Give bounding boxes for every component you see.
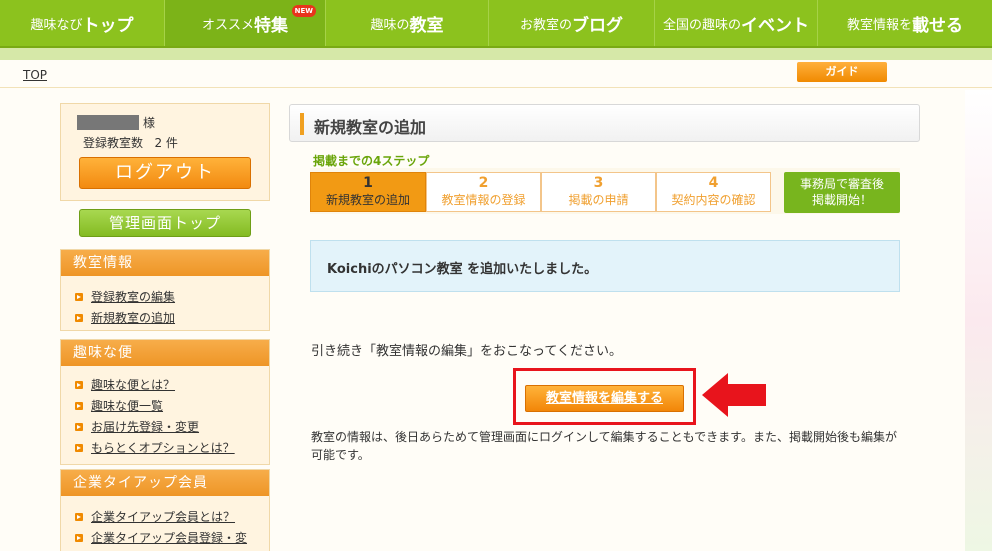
step-number: 2	[478, 175, 489, 191]
sidebar-link-label: 登録教室の編集	[91, 290, 176, 304]
step-label: 新規教室の追加	[325, 193, 410, 207]
final-step-line2: 掲載開始！	[811, 193, 872, 207]
nav-post-classroom[interactable]: 教室情報を 載せる	[818, 0, 992, 46]
sidebar-link-label: お届け先登録・変更	[91, 420, 200, 434]
nav-large-text: トップ	[82, 15, 134, 36]
redacted-username	[77, 115, 139, 130]
sidebar-link-label: もらとくオプションとは？	[91, 441, 235, 455]
sidebar-classroom-info: 教室情報 登録教室の編集 新規教室の追加	[60, 249, 270, 331]
success-notice: Koichiのパソコン教室 を追加いたしました。	[310, 240, 900, 292]
step-2: 2 教室情報の登録	[426, 172, 541, 212]
sidebar-link-edit-classroom[interactable]: 登録教室の編集	[61, 286, 269, 307]
arrow-icon	[75, 313, 83, 322]
step-label: 掲載の申請	[568, 193, 629, 207]
sidebar-section-title: 教室情報	[61, 250, 269, 276]
nav-large-text: 特集	[254, 15, 288, 36]
step-label: 契約内容の確認	[671, 193, 756, 207]
nav-blog[interactable]: お教室の ブログ	[489, 0, 655, 46]
classroom-count-label: 登録教室数	[83, 136, 144, 150]
sidebar-link-what-is-corporate[interactable]: 企業タイアップ会員とは？	[61, 506, 269, 527]
admin-top-button[interactable]: 管理画面トップ	[79, 209, 251, 237]
arrow-icon	[75, 533, 83, 542]
sidebar-link-label: 企業タイアップ会員登録・変	[91, 531, 248, 545]
nav-hobby-top[interactable]: 趣味なび トップ	[0, 0, 165, 46]
nav-classrooms[interactable]: 趣味の 教室	[326, 0, 489, 46]
sidebar-link-corporate-register[interactable]: 企業タイアップ会員登録・変	[61, 527, 269, 548]
arrow-icon	[75, 292, 83, 301]
nav-events[interactable]: 全国の趣味の イベント	[655, 0, 818, 46]
sidebar-section-title: 企業タイアップ会員	[61, 470, 269, 496]
nav-subbar	[0, 48, 992, 60]
sidebar-hobby-mail: 趣味な便 趣味な便とは？ 趣味な便一覧 お届け先登録・変更 もらとくオプションと…	[60, 339, 270, 465]
step-number: 4	[708, 175, 719, 191]
nav-small-text: お教室の	[519, 17, 572, 33]
sidebar-corporate-member: 企業タイアップ会員 企業タイアップ会員とは？ 企業タイアップ会員登録・変	[60, 469, 270, 551]
page-title: 新規教室の追加	[314, 118, 427, 137]
sidebar-link-label: 企業タイアップ会員とは？	[91, 510, 236, 524]
step-label: 教室情報の登録	[441, 193, 526, 207]
guide-tab[interactable]: ガイド	[797, 62, 887, 82]
success-message: Koichiのパソコン教室 を追加いたしました。	[327, 262, 598, 277]
global-nav: 趣味なび トップ オススメ 特集 NEW 趣味の 教室 お教室の ブログ 全国の趣味のイ…	[0, 0, 992, 48]
sidebar-link-delivery-address[interactable]: お届け先登録・変更	[61, 416, 269, 437]
sidebar-link-mail-list[interactable]: 趣味な便一覧	[61, 395, 269, 416]
nav-small-text: 趣味の	[370, 17, 410, 33]
nav-large-text: 教室	[409, 15, 444, 36]
step-final-review: 事務局で審査後 掲載開始！	[784, 172, 900, 213]
info-note: 教室の情報は、後日あらためて管理画面にログインして編集することもできます。また、…	[311, 430, 897, 462]
step-4: 4 契約内容の確認	[656, 172, 771, 212]
breadcrumb-top-link[interactable]: TOP	[23, 68, 47, 82]
step-number: 1	[363, 175, 373, 191]
step-3: 3 掲載の申請	[541, 172, 656, 212]
arrow-icon	[75, 380, 83, 389]
sidebar-link-label: 趣味な便一覧	[91, 399, 164, 413]
steps-label: 掲載までの4ステップ	[313, 154, 430, 168]
sidebar-link-label: 新規教室の追加	[91, 311, 176, 325]
logout-button[interactable]: ログアウト	[79, 157, 251, 189]
continue-instruction: 引き続き「教室情報の編集」をおこなってください。	[311, 344, 622, 359]
arrow-icon	[75, 512, 83, 521]
sidebar-link-label: 趣味な便とは？	[91, 378, 176, 392]
step-1-current: 1 新規教室の追加	[310, 172, 436, 212]
classroom-count-value: 2 件	[154, 136, 178, 150]
nav-large-text: 載せる	[912, 15, 963, 36]
final-step-line1: 事務局で審査後	[799, 177, 884, 191]
sidebar-link-add-classroom[interactable]: 新規教室の追加	[61, 307, 269, 328]
nav-large-text: イベント	[741, 15, 809, 36]
arrow-icon	[75, 401, 83, 410]
sidebar-link-option[interactable]: もらとくオプションとは？	[61, 437, 269, 458]
arrow-icon	[75, 443, 83, 452]
red-arrow-icon	[702, 373, 766, 417]
step-number: 3	[593, 175, 604, 191]
nav-small-text: 全国の趣味の	[662, 17, 741, 33]
nav-large-text: ブログ	[572, 15, 623, 36]
arrow-icon	[75, 422, 83, 431]
classroom-count: 登録教室数 2 件	[83, 134, 178, 151]
page-title-box: 新規教室の追加	[289, 104, 920, 142]
sidebar-section-title: 趣味な便	[61, 340, 269, 366]
nav-featured[interactable]: オススメ 特集 NEW	[165, 0, 326, 46]
decorative-background	[965, 90, 992, 551]
nav-small-text: オススメ	[201, 17, 254, 33]
sidebar-link-what-is-mail[interactable]: 趣味な便とは？	[61, 374, 269, 395]
nav-small-text: 教室情報を	[846, 17, 912, 33]
nav-small-text: 趣味なび	[30, 17, 83, 33]
new-badge: NEW	[291, 5, 316, 17]
username-suffix: 様	[143, 116, 156, 130]
edit-classroom-info-button[interactable]: 教室情報を編集する	[525, 385, 684, 412]
title-accent-bar	[300, 113, 304, 135]
